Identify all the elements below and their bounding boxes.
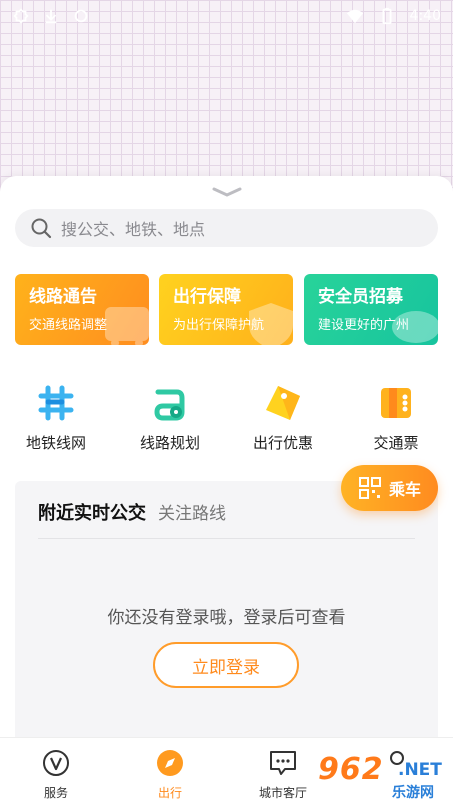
card-safety-recruit[interactable]: 安全员招募 建设更好的广州: [304, 274, 438, 345]
card-route-notice[interactable]: 线路通告 交通线路调整: [15, 274, 149, 345]
search-placeholder: 搜公交、地铁、地点: [61, 220, 206, 239]
shield-icon: [249, 303, 293, 345]
search-input[interactable]: 搜公交、地铁、地点: [15, 209, 438, 247]
watermark-number: 962: [318, 752, 384, 787]
menu-label: 交通票: [373, 434, 419, 452]
login-button[interactable]: 立即登录: [153, 642, 299, 688]
bottom-sheet: 搜公交、地铁、地点 线路通告 交通线路调整 出行保障 为出行保障护航 安全员招募…: [0, 176, 453, 805]
battery-icon: [382, 7, 392, 25]
realtime-bus-panel: 附近实时公交 关注路线 你还没有登录哦，登录后可查看 立即登录: [15, 481, 438, 751]
status-time: 4:40: [409, 8, 441, 24]
site-watermark: 962 .NET 乐游网: [318, 752, 448, 802]
settings-status-icon: [13, 8, 29, 24]
divider: [38, 538, 415, 539]
chat-icon: [270, 751, 296, 775]
bus-tabs: 附近实时公交 关注路线: [38, 499, 226, 525]
compass-icon: [157, 750, 183, 776]
collapse-handle-icon[interactable]: [211, 186, 243, 198]
login-tip: 你还没有登录哦，登录后可查看: [107, 608, 346, 628]
tab-label: 服务: [43, 786, 68, 800]
tab-label: 出行: [157, 786, 182, 800]
tab-label: 城市客厅: [258, 786, 307, 800]
quick-menu: 地铁线网 线路规划 出行优惠 交通票: [0, 382, 453, 462]
ticket-icon: [381, 388, 411, 418]
download-status-icon: [45, 9, 57, 24]
menu-label: 地铁线网: [25, 434, 86, 452]
tab-service[interactable]: 服务: [16, 748, 96, 801]
menu-item-ticket[interactable]: 交通票: [346, 382, 446, 453]
ride-button[interactable]: 乘车: [341, 465, 438, 511]
metro-network-icon: [38, 385, 74, 421]
watermark-domain: .NET: [398, 760, 442, 780]
qr-code-icon: [359, 477, 381, 499]
menu-item-route-plan[interactable]: 线路规划: [120, 382, 220, 453]
tab-city-hall[interactable]: 城市客厅: [243, 748, 323, 801]
route-plan-icon: [154, 389, 185, 421]
menu-item-metro-network[interactable]: 地铁线网: [6, 382, 106, 453]
discount-tag-icon: [266, 386, 300, 420]
search-icon: [31, 218, 52, 239]
watermark-cn: 乐游网: [392, 785, 434, 801]
tab-followed-routes[interactable]: 关注路线: [158, 499, 226, 524]
tab-nearby-bus[interactable]: 附近实时公交: [38, 499, 146, 525]
menu-label: 出行优惠: [252, 434, 313, 452]
banner-cards: 线路通告 交通线路调整 出行保障 为出行保障护航 安全员招募 建设更好的广州: [15, 274, 438, 346]
menu-label: 线路规划: [139, 434, 200, 452]
eye-icon: [392, 311, 438, 343]
card-travel-guarantee[interactable]: 出行保障 为出行保障护航: [159, 274, 293, 345]
tab-travel[interactable]: 出行: [130, 748, 210, 801]
wifi-icon: [346, 9, 363, 24]
sync-status-icon: [74, 9, 88, 23]
bus-icon: [105, 307, 149, 345]
ride-button-label: 乘车: [389, 480, 422, 499]
menu-item-discount[interactable]: 出行优惠: [233, 382, 333, 453]
service-icon: [43, 750, 69, 776]
status-bar: 4:40: [0, 0, 453, 32]
